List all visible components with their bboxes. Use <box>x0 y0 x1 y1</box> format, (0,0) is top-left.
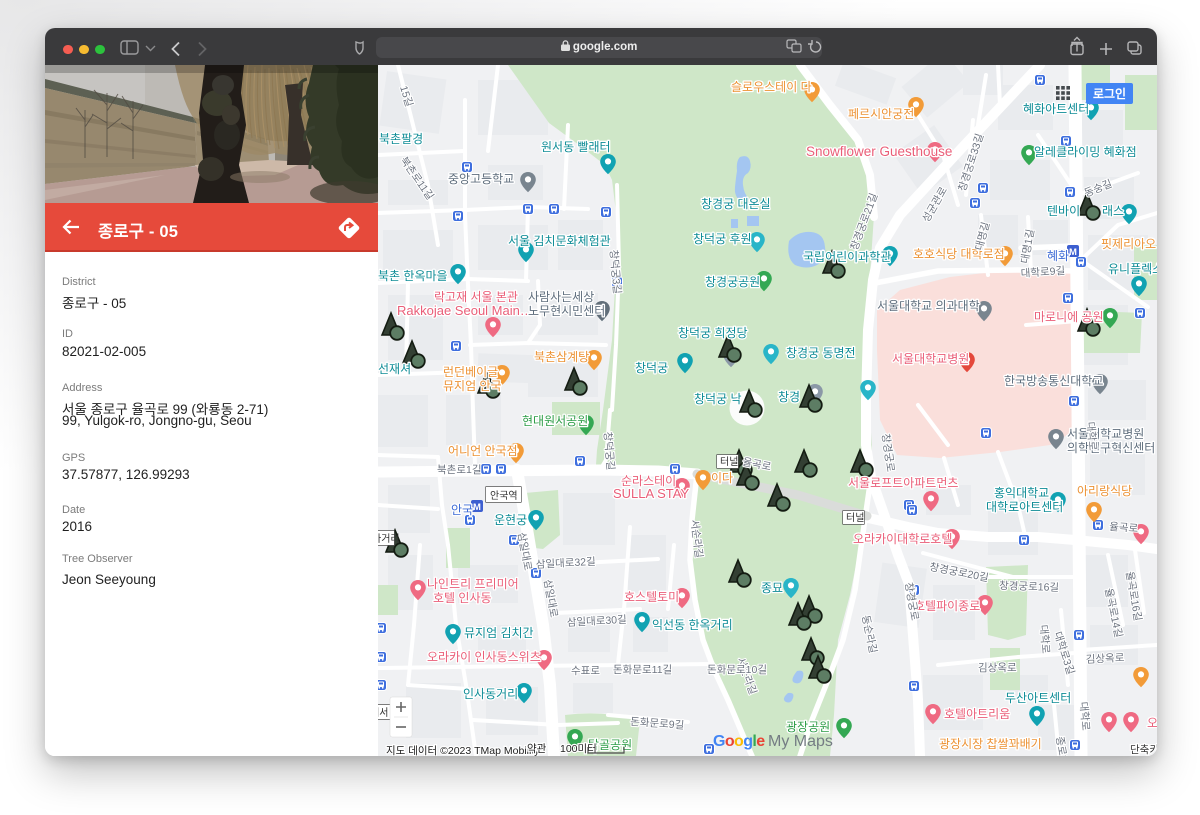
svg-text:오요: 오요 <box>1147 716 1157 730</box>
svg-text:창덕궁 희정당: 창덕궁 희정당 <box>678 326 748 340</box>
svg-text:광장공원: 광장공원 <box>786 720 830 734</box>
svg-text:텐바이: 텐바이 <box>1047 204 1080 218</box>
svg-text:노무현시민센터: 노무현시민센터 <box>528 304 605 318</box>
svg-text:창덕궁: 창덕궁 <box>635 361 668 375</box>
svg-text:김상옥로: 김상옥로 <box>978 662 1017 674</box>
svg-text:호텔아트리움: 호텔아트리움 <box>944 707 1010 721</box>
svg-text:창경궁공원: 창경궁공원 <box>705 275 760 289</box>
svg-text:광장시장 찹쌀꽈배기: 광장시장 찹쌀꽈배기 <box>939 737 1042 751</box>
svg-text:마로니에 공원: 마로니에 공원 <box>1034 310 1104 324</box>
svg-text:북촌로1길: 북촌로1길 <box>437 463 481 476</box>
svg-text:오라카이대학로호텔: 오라카이대학로호텔 <box>853 532 952 546</box>
svg-text:페르시안궁전: 페르시안궁전 <box>848 107 914 121</box>
svg-text:뮤지엄 안국: 뮤지엄 안국 <box>443 379 502 393</box>
svg-text:호호식당 대학로점: 호호식당 대학로점 <box>913 247 1005 261</box>
svg-text:두산아트센터: 두산아트센터 <box>1005 691 1071 705</box>
svg-text:국립어린이과학관: 국립어린이과학관 <box>803 250 891 264</box>
svg-text:대학로아트센터: 대학로아트센터 <box>986 500 1063 514</box>
svg-text:돈화문로11길: 돈화문로11길 <box>613 663 672 676</box>
svg-text:김상옥로: 김상옥로 <box>1086 652 1126 666</box>
svg-text:알레클라이밍 혜화점: 알레클라이밍 혜화점 <box>1034 145 1137 159</box>
svg-text:돈화문로10길: 돈화문로10길 <box>707 663 767 676</box>
svg-text:서울대학교병원: 서울대학교병원 <box>1067 427 1144 441</box>
svg-text:익선동 한옥거리: 익선동 한옥거리 <box>652 618 733 632</box>
svg-text:안국역: 안국역 <box>490 490 518 502</box>
svg-text:호텔파이종로: 호텔파이종로 <box>914 599 980 613</box>
svg-text:중앙고등학교: 중앙고등학교 <box>448 172 514 186</box>
svg-text:이다: 이다 <box>711 471 733 485</box>
svg-text:유니플렉스: 유니플렉스 <box>1108 262 1157 276</box>
svg-text:창덕궁 후원: 창덕궁 후원 <box>693 232 752 246</box>
svg-text:슬로우스테이 다: 슬로우스테이 다 <box>731 80 812 94</box>
svg-text:서울 김치문화체험관: 서울 김치문화체험관 <box>508 234 611 248</box>
svg-text:핏제리아오: 핏제리아오 <box>1101 237 1156 251</box>
svg-text:런던베이글: 런던베이글 <box>443 365 498 379</box>
svg-text:사거리: 사거리 <box>378 533 400 545</box>
svg-text:터널: 터널 <box>720 456 738 468</box>
svg-text:Google: Google <box>713 733 765 750</box>
svg-text:서울대학교병원: 서울대학교병원 <box>892 352 969 366</box>
svg-text:혜화아트센터: 혜화아트센터 <box>1023 102 1089 116</box>
svg-text:서울로프트아파트먼츠: 서울로프트아파트먼츠 <box>848 476 958 490</box>
svg-text:창경궁로16길: 창경궁로16길 <box>999 579 1059 594</box>
svg-text:Rakkojae Seoul Main…: Rakkojae Seoul Main… <box>397 303 533 318</box>
svg-text:나인트리 프리미어: 나인트리 프리미어 <box>427 577 519 591</box>
svg-text:창경궁 동명전: 창경궁 동명전 <box>786 346 856 360</box>
svg-text:원서동 빨래터: 원서동 빨래터 <box>541 140 611 154</box>
svg-text:북촌팔경: 북촌팔경 <box>379 132 423 146</box>
svg-text:지도 데이터 ©2023 TMap Mobility: 지도 데이터 ©2023 TMap Mobility <box>386 745 540 756</box>
svg-text:아리랑식당: 아리랑식당 <box>1077 484 1132 498</box>
svg-text:혜화: 혜화 <box>1047 249 1069 263</box>
svg-text:율곡로: 율곡로 <box>1109 521 1139 535</box>
svg-text:호스텔토미: 호스텔토미 <box>624 590 679 604</box>
svg-text:로그인: 로그인 <box>1093 86 1126 101</box>
svg-text:대학로: 대학로 <box>1077 701 1092 731</box>
svg-text:어니언 안국점: 어니언 안국점 <box>448 444 518 458</box>
svg-text:수표로: 수표로 <box>571 665 600 677</box>
svg-text:서울대학교 의과대학: 서울대학교 의과대학 <box>877 299 980 313</box>
svg-text:대학로: 대학로 <box>1037 624 1052 654</box>
svg-text:호텔 인사동: 호텔 인사동 <box>433 591 492 605</box>
svg-text:오라카이 인사동스위츠: 오라카이 인사동스위츠 <box>427 650 541 664</box>
svg-text:락고재 서울 본관: 락고재 서울 본관 <box>434 290 518 304</box>
svg-text:창경: 창경 <box>778 390 800 404</box>
svg-text:터널: 터널 <box>846 512 864 524</box>
svg-text:계서: 계서 <box>378 707 388 719</box>
svg-text:홍익대학교: 홍익대학교 <box>994 486 1049 500</box>
svg-text:종묘: 종묘 <box>761 581 783 595</box>
svg-text:약관: 약관 <box>527 743 547 755</box>
svg-text:대학로: 대학로 <box>1084 421 1099 451</box>
svg-text:래스: 래스 <box>1102 204 1124 218</box>
svg-text:북촌 한옥마을: 북촌 한옥마을 <box>378 269 448 283</box>
svg-text:My Maps: My Maps <box>768 733 833 750</box>
svg-text:현대원서공원: 현대원서공원 <box>522 414 588 428</box>
svg-text:사람사는세상: 사람사는세상 <box>528 290 594 304</box>
svg-text:한국방송통신대학교: 한국방송통신대학교 <box>1004 374 1103 388</box>
svg-text:안국: 안국 <box>451 503 473 517</box>
svg-text:선재셔: 선재셔 <box>378 362 411 376</box>
svg-text:북촌삼계탕: 북촌삼계탕 <box>534 350 589 364</box>
svg-text:단축키: 단축키 <box>1130 744 1157 756</box>
svg-text:SULLA STAY: SULLA STAY <box>613 486 689 501</box>
svg-text:뮤지엄 김치간: 뮤지엄 김치간 <box>464 626 534 640</box>
svg-text:창경궁 대온실: 창경궁 대온실 <box>701 197 771 211</box>
svg-text:창덕궁 낙: 창덕궁 낙 <box>694 392 742 406</box>
svg-text:Snowflower Guesthouse: Snowflower Guesthouse <box>806 144 952 159</box>
svg-text:운현궁: 운현궁 <box>494 513 527 527</box>
svg-text:인사동거리: 인사동거리 <box>463 687 518 701</box>
svg-text:의학연구혁신센터: 의학연구혁신센터 <box>1067 441 1155 455</box>
